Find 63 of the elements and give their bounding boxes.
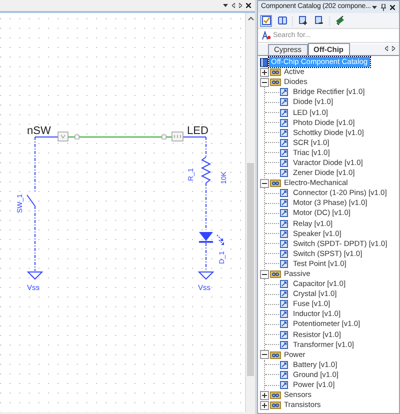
component-icon: [280, 118, 288, 127]
net-label: LED: [187, 125, 208, 137]
dropdown-icon[interactable]: [372, 6, 377, 8]
chip-icon[interactable]: [334, 14, 346, 26]
book-icon[interactable]: [276, 14, 288, 26]
collapse-icon[interactable]: [260, 350, 269, 360]
led-symbol: [199, 232, 224, 272]
folder-icon: [270, 270, 281, 278]
component-icon: [280, 209, 288, 218]
component-icon: [280, 320, 288, 328]
expand-icon[interactable]: [260, 390, 269, 400]
component-icon: [280, 230, 288, 238]
close-icon[interactable]: [246, 3, 251, 8]
scroll-right-icon[interactable]: [392, 46, 395, 51]
check-icon[interactable]: [260, 14, 272, 26]
scroll-right-icon[interactable]: [239, 3, 242, 8]
close-icon[interactable]: [390, 4, 395, 10]
component-icon: [280, 189, 288, 198]
pin-icon[interactable]: [381, 4, 386, 10]
component-icon: [280, 169, 288, 178]
folder-icon: [270, 391, 281, 400]
component-icon: [280, 199, 288, 208]
catalog-icon: [260, 58, 268, 67]
component-icon: [280, 108, 288, 117]
net-label: nSW: [27, 125, 51, 137]
folder-icon: [270, 68, 281, 76]
folder-icon: [270, 78, 281, 86]
add-icon[interactable]: [297, 14, 309, 26]
component-icon: [280, 250, 288, 258]
component-icon: [280, 128, 288, 137]
scrollbar[interactable]: [245, 13, 255, 412]
remove-icon[interactable]: [313, 14, 325, 26]
component-icon: [280, 290, 288, 298]
component-icon: [280, 381, 288, 390]
dropdown-icon[interactable]: [223, 4, 228, 7]
component-icon: [280, 240, 288, 248]
collapse-icon[interactable]: [260, 178, 269, 188]
component-icon: [280, 148, 288, 157]
component-icon: [280, 310, 288, 318]
folder-icon: [270, 179, 281, 188]
component-icon: [280, 330, 288, 339]
component-icon: [280, 280, 288, 288]
collapse-icon[interactable]: [260, 270, 269, 279]
folder-icon: [270, 350, 281, 359]
scroll-left-icon[interactable]: [232, 3, 235, 8]
ground-symbol: [198, 272, 214, 280]
component-icon: [280, 88, 288, 96]
expand-icon[interactable]: [260, 68, 269, 77]
component-icon: [280, 360, 288, 369]
component-icon: [280, 260, 288, 268]
component-icon: [280, 300, 288, 308]
component-icon: [280, 158, 288, 167]
component-icon: [280, 98, 288, 106]
component-icon: [280, 370, 288, 379]
find-icon: [262, 31, 271, 40]
ground-symbol: [26, 272, 44, 280]
scroll-left-icon[interactable]: [385, 46, 388, 51]
expand-icon[interactable]: [260, 400, 269, 410]
component-icon: [280, 138, 288, 147]
component-icon: [280, 220, 288, 228]
collapse-icon[interactable]: [260, 78, 269, 87]
folder-icon: [270, 401, 281, 410]
component-icon: [280, 340, 288, 349]
